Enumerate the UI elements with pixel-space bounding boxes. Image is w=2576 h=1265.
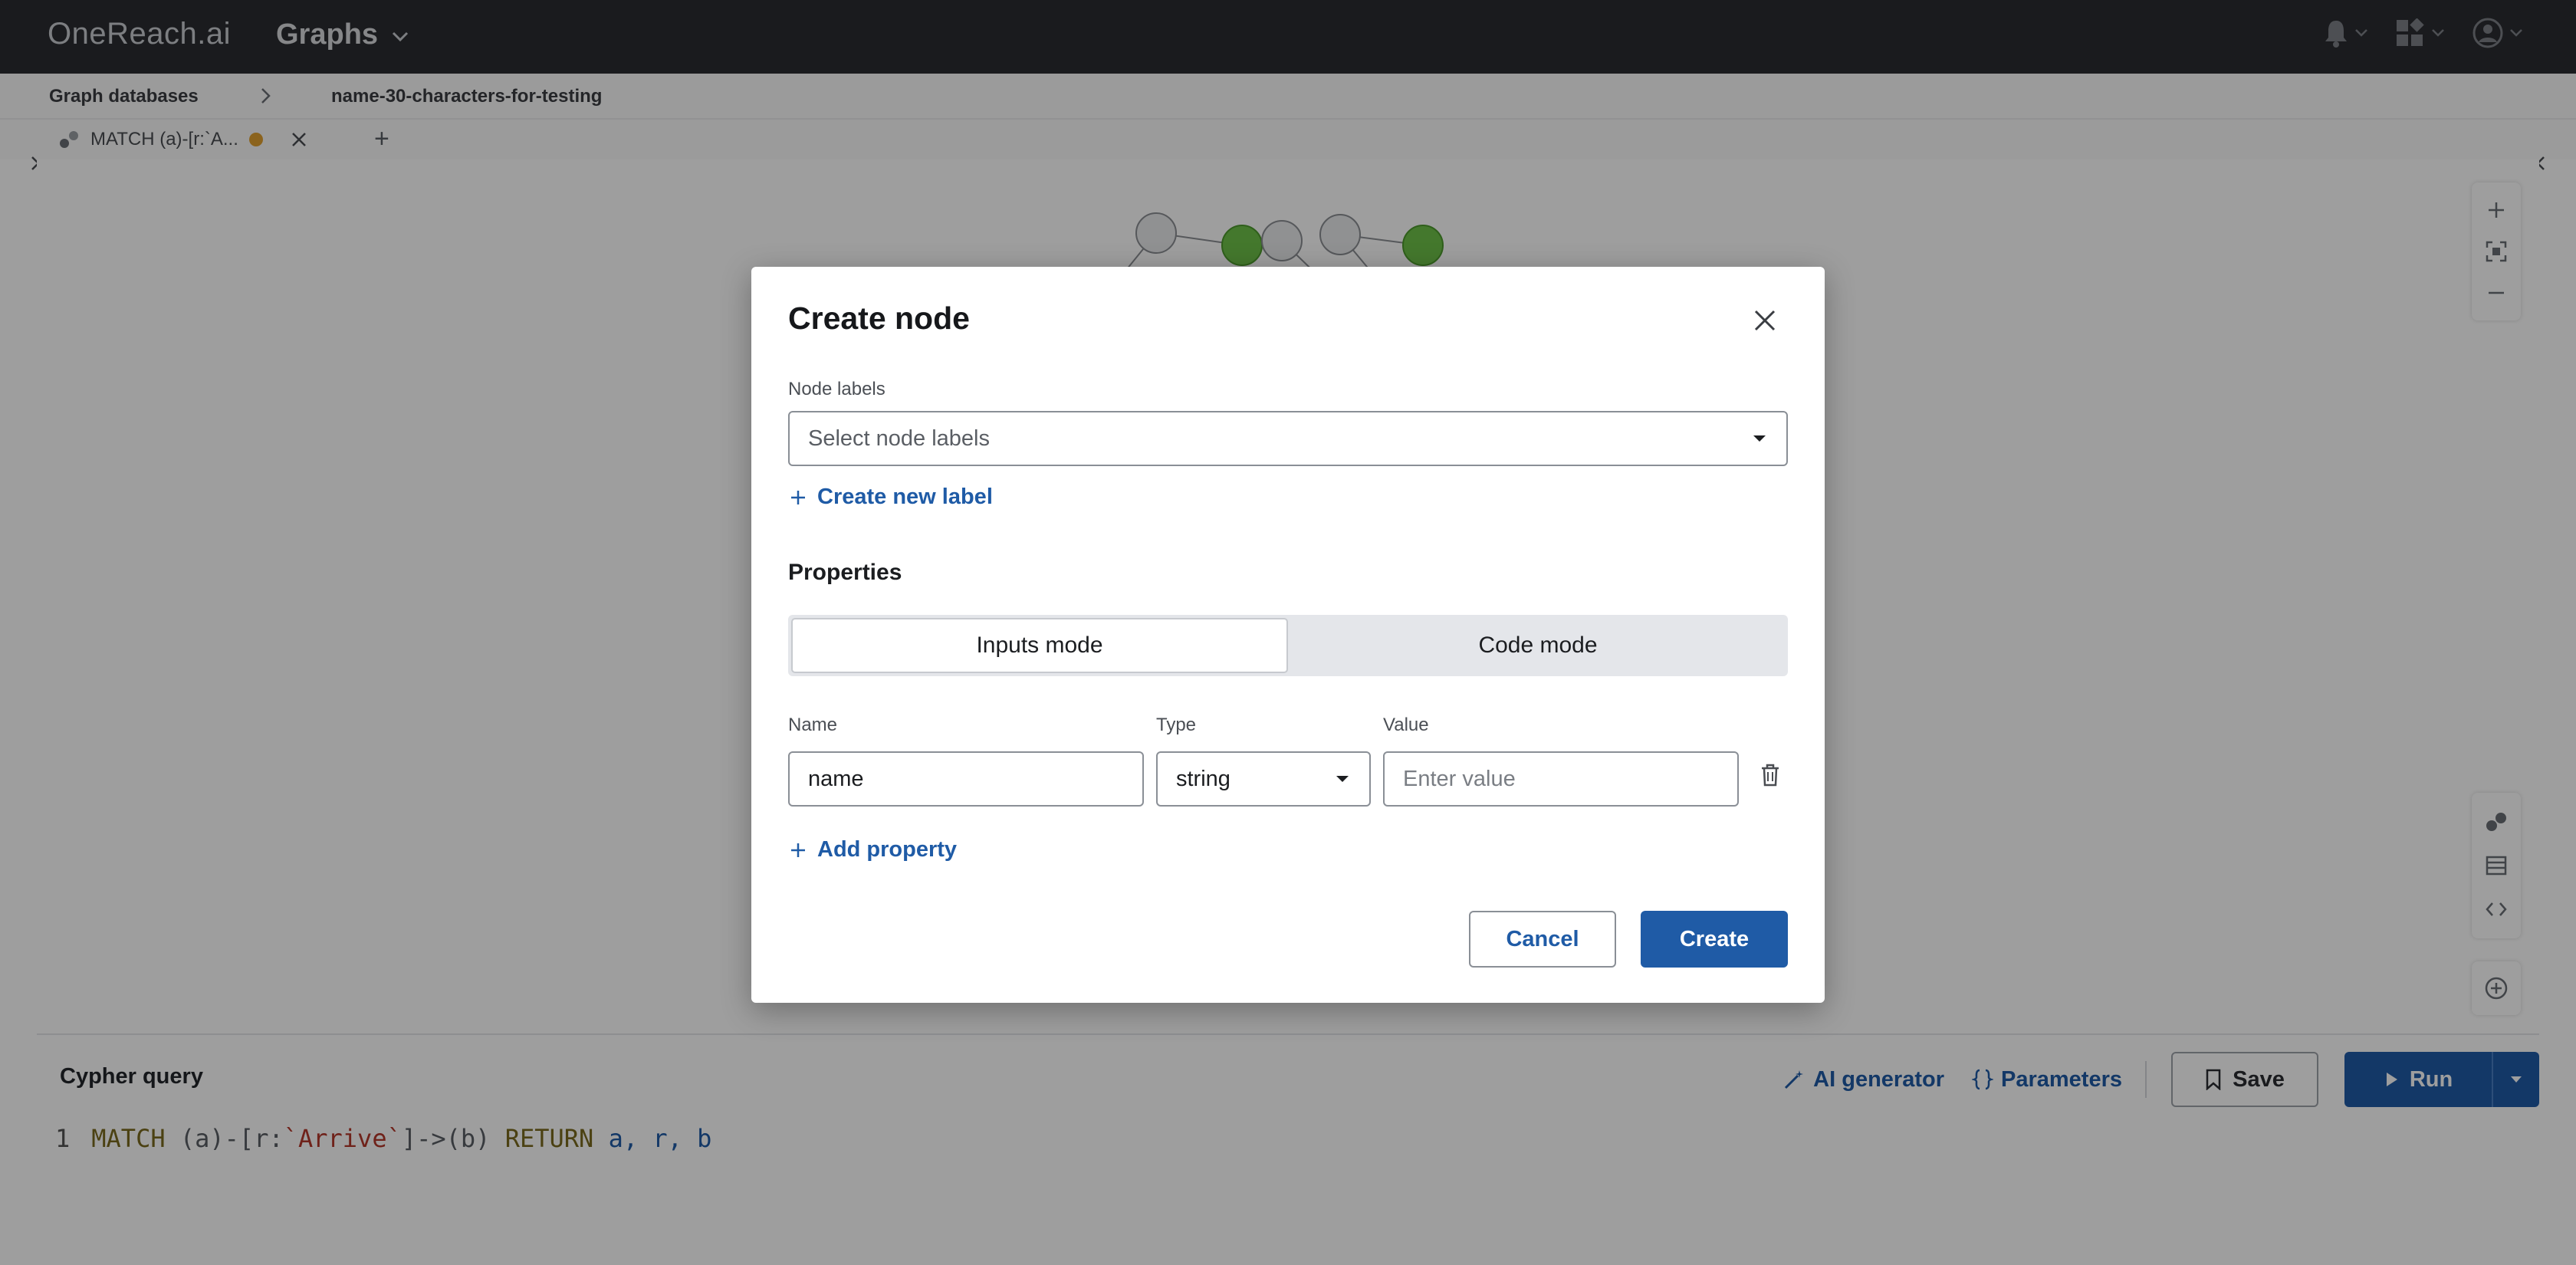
create-new-label-text: Create new label xyxy=(817,485,993,509)
caret-down-icon xyxy=(1753,435,1766,442)
dialog-title: Create node xyxy=(788,301,970,336)
property-value-input[interactable]: Enter value xyxy=(1383,751,1739,807)
property-type-select[interactable]: string xyxy=(1156,751,1371,807)
property-name-input[interactable]: name xyxy=(788,751,1144,807)
plus-icon xyxy=(791,490,805,504)
create-node-dialog: Create node Node labels Select node labe… xyxy=(751,267,1825,1003)
add-property-button[interactable]: Add property xyxy=(790,837,957,863)
properties-mode-toggle: Inputs mode Code mode xyxy=(788,615,1788,676)
trash-icon[interactable] xyxy=(1760,764,1780,787)
node-labels-placeholder: Select node labels xyxy=(808,426,990,451)
property-type-value: string xyxy=(1176,766,1230,791)
cancel-button[interactable]: Cancel xyxy=(1469,911,1616,968)
inputs-mode-tab[interactable]: Inputs mode xyxy=(791,618,1288,673)
node-labels-select[interactable]: Select node labels xyxy=(788,411,1788,466)
name-column-label: Name xyxy=(788,715,838,735)
create-button[interactable]: Create xyxy=(1641,911,1788,968)
create-new-label-button[interactable]: Create new label xyxy=(790,485,993,510)
caret-down-icon xyxy=(1336,776,1349,782)
code-mode-tab[interactable]: Code mode xyxy=(1291,618,1785,673)
properties-title: Properties xyxy=(788,560,902,585)
close-icon[interactable] xyxy=(1753,308,1777,333)
type-column-label: Type xyxy=(1156,715,1197,735)
value-column-label: Value xyxy=(1383,715,1429,735)
add-property-text: Add property xyxy=(817,837,958,862)
node-labels-label: Node labels xyxy=(788,379,886,399)
plus-icon xyxy=(791,843,805,857)
